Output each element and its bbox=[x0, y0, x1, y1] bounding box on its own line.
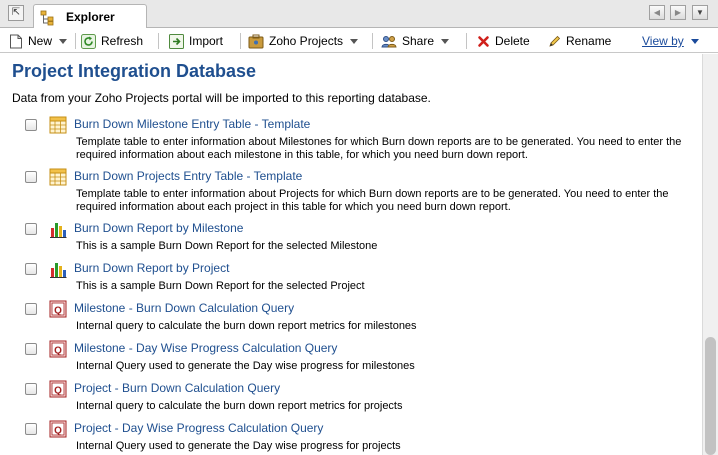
query-icon: Q bbox=[49, 300, 67, 318]
refresh-label: Refresh bbox=[101, 34, 144, 48]
vertical-scrollbar[interactable] bbox=[702, 54, 718, 455]
item-title-link[interactable]: Burn Down Milestone Entry Table - Templa… bbox=[74, 117, 310, 131]
item-title-link[interactable]: Milestone - Burn Down Calculation Query bbox=[74, 301, 294, 315]
restore-icon[interactable]: ⇱ bbox=[8, 5, 24, 21]
delete-button[interactable]: Delete bbox=[477, 32, 530, 50]
item-description: Internal query to calculate the burn dow… bbox=[76, 320, 417, 332]
toolbar-separator bbox=[158, 33, 159, 49]
item-description: This is a sample Burn Down Report for th… bbox=[76, 240, 378, 252]
share-label: Share bbox=[402, 34, 435, 48]
bar-chart-icon bbox=[50, 223, 67, 238]
view-by-dropdown-icon bbox=[690, 38, 699, 44]
item-description: Internal Query used to generate the Day … bbox=[76, 360, 415, 372]
pencil-icon bbox=[549, 35, 561, 47]
zoho-projects-dropdown-icon bbox=[350, 38, 359, 44]
new-label: New bbox=[28, 34, 53, 48]
tab-explorer[interactable]: Explorer bbox=[33, 4, 147, 29]
query-icon: Q bbox=[49, 420, 67, 438]
view-by-label: View by bbox=[642, 34, 684, 48]
item-title-link[interactable]: Project - Day Wise Progress Calculation … bbox=[74, 421, 323, 435]
item-checkbox[interactable] bbox=[25, 223, 37, 235]
item-description: Template table to enter information abou… bbox=[76, 136, 682, 161]
svg-text:Q: Q bbox=[54, 426, 62, 437]
item-title-link[interactable]: Burn Down Report by Project bbox=[74, 261, 229, 275]
item-description: Internal Query used to generate the Day … bbox=[76, 440, 401, 452]
tree-icon bbox=[40, 10, 54, 26]
table-icon bbox=[49, 116, 67, 134]
rename-label: Rename bbox=[566, 34, 612, 48]
tab-bar: ⇱ Explorer ◀ ▶ ▼ bbox=[0, 0, 718, 29]
query-icon: Q bbox=[49, 380, 67, 398]
item-description: Template table to enter information abou… bbox=[76, 188, 669, 213]
item-title-link[interactable]: Burn Down Projects Entry Table - Templat… bbox=[74, 169, 302, 183]
item-checkbox[interactable] bbox=[25, 343, 37, 355]
item-checkbox[interactable] bbox=[25, 119, 37, 131]
toolbar-separator bbox=[466, 33, 467, 49]
refresh-button[interactable]: Refresh bbox=[81, 32, 143, 50]
delete-icon bbox=[478, 35, 489, 47]
import-label: Import bbox=[189, 34, 224, 48]
tab-menu-icon[interactable]: ▼ bbox=[692, 5, 708, 20]
svg-text:Q: Q bbox=[54, 386, 62, 397]
import-button[interactable]: Import bbox=[169, 32, 223, 50]
share-dropdown-icon bbox=[441, 38, 450, 44]
svg-text:Q: Q bbox=[54, 306, 62, 317]
item-description: Internal query to calculate the burn dow… bbox=[76, 400, 403, 412]
next-tab-icon[interactable]: ▶ bbox=[670, 5, 686, 20]
table-icon bbox=[49, 168, 67, 186]
new-doc-icon bbox=[10, 34, 22, 48]
toolbar: New Refresh Import Zoho Projects Share D… bbox=[0, 28, 718, 53]
item-checkbox[interactable] bbox=[25, 303, 37, 315]
item-title-link[interactable]: Milestone - Day Wise Progress Calculatio… bbox=[74, 341, 337, 355]
zoho-projects-label: Zoho Projects bbox=[269, 34, 344, 48]
item-list: Burn Down Milestone Entry Table - Templa… bbox=[0, 110, 702, 455]
item-title-link[interactable]: Project - Burn Down Calculation Query bbox=[74, 381, 280, 395]
item-checkbox[interactable] bbox=[25, 423, 37, 435]
import-icon bbox=[169, 33, 184, 49]
new-dropdown-icon bbox=[59, 38, 68, 44]
query-icon: Q bbox=[49, 340, 67, 358]
toolbar-separator bbox=[75, 33, 76, 49]
bar-chart-icon bbox=[50, 263, 67, 278]
item-checkbox[interactable] bbox=[25, 383, 37, 395]
rename-button[interactable]: Rename bbox=[548, 32, 611, 50]
refresh-icon bbox=[81, 33, 96, 49]
zoho-projects-icon bbox=[248, 34, 264, 48]
toolbar-separator bbox=[240, 33, 241, 49]
page-description: Data from your Zoho Projects portal will… bbox=[12, 91, 431, 105]
zoho-projects-button[interactable]: Zoho Projects bbox=[248, 32, 359, 50]
scrollbar-thumb[interactable] bbox=[705, 337, 716, 455]
view-by-button[interactable]: View by bbox=[642, 32, 699, 50]
item-description: This is a sample Burn Down Report for th… bbox=[76, 280, 365, 292]
tab-label: Explorer bbox=[66, 10, 115, 24]
toolbar-separator bbox=[372, 33, 373, 49]
share-button[interactable]: Share bbox=[381, 32, 450, 50]
prev-tab-icon[interactable]: ◀ bbox=[649, 5, 665, 20]
item-checkbox[interactable] bbox=[25, 171, 37, 183]
item-title-link[interactable]: Burn Down Report by Milestone bbox=[74, 221, 243, 235]
page-title: Project Integration Database bbox=[12, 61, 257, 81]
item-checkbox[interactable] bbox=[25, 263, 37, 275]
svg-text:Q: Q bbox=[54, 346, 62, 357]
new-button[interactable]: New bbox=[9, 32, 68, 50]
delete-label: Delete bbox=[495, 34, 530, 48]
share-icon bbox=[381, 35, 397, 47]
